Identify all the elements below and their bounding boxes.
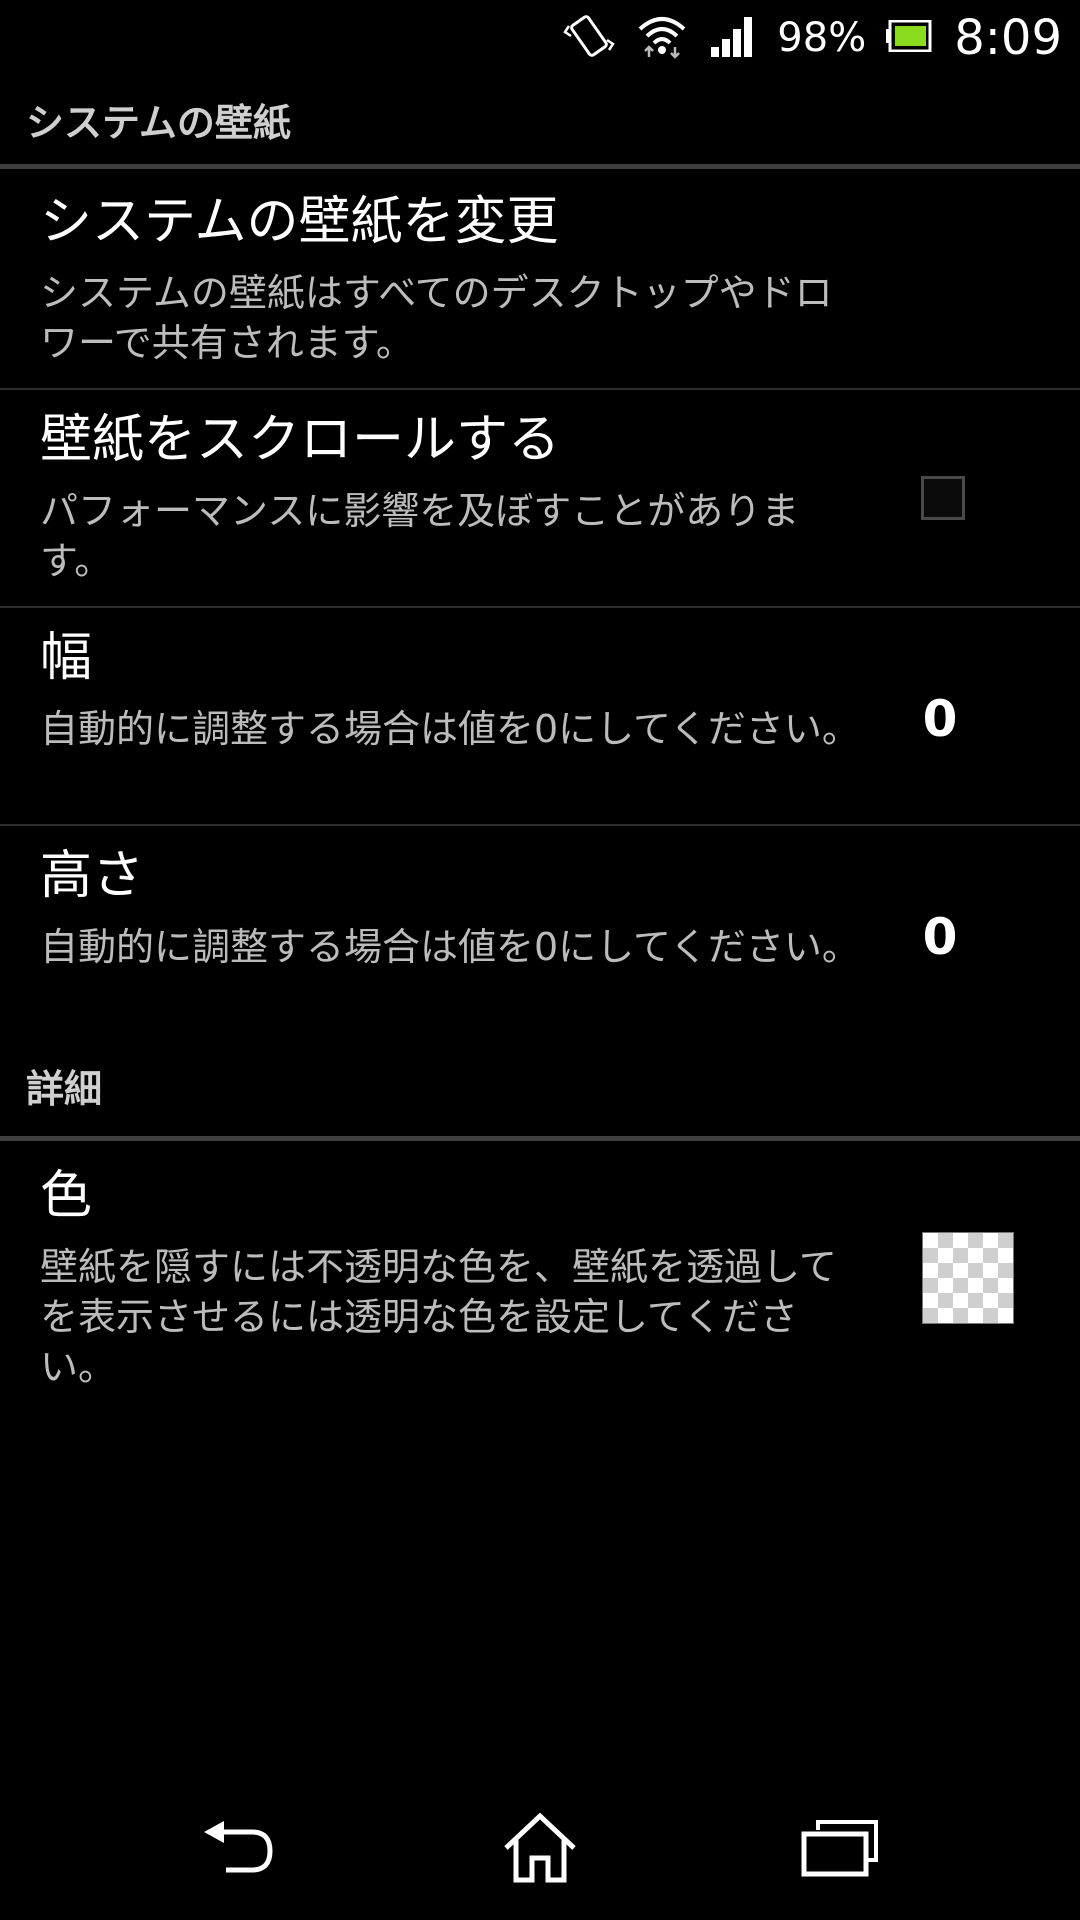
pref-width[interactable]: 幅 自動的に調整する場合は値を0にしてください。 0 xyxy=(0,608,1080,826)
pref-scroll-wallpaper[interactable]: 壁紙をスクロールする パフォーマンスに影響を及ぼすことがあります。 xyxy=(0,390,1080,608)
pref-summary: パフォーマンスに影響を及ぼすことがあります。 xyxy=(40,489,800,583)
pref-height[interactable]: 高さ 自動的に調整する場合は値を0にしてください。 0 xyxy=(0,826,1080,1044)
pref-summary: 自動的に調整する場合は値を0にしてください。 xyxy=(40,707,860,751)
scroll-wallpaper-checkbox[interactable] xyxy=(921,476,965,520)
width-value: 0 xyxy=(922,690,958,748)
pref-summary: 自動的に調整する場合は値を0にしてください。 xyxy=(40,925,860,969)
pref-title: 壁紙をスクロールする xyxy=(40,410,561,470)
pref-summary: 壁紙を隠すには不透明な色を、壁紙を透過してを表示させるには透明な色を設定してくだ… xyxy=(40,1245,837,1389)
recent-apps-icon xyxy=(800,1818,880,1882)
height-value: 0 xyxy=(922,908,958,966)
section-header-system-wallpaper: システムの壁紙 xyxy=(0,96,1080,172)
back-button[interactable] xyxy=(180,1800,300,1900)
navigation-bar xyxy=(0,1780,1080,1920)
section-divider xyxy=(0,1136,1080,1141)
pref-color[interactable]: 色 壁紙を隠すには不透明な色を、壁紙を透過してを表示させるには透明な色を設定して… xyxy=(0,1146,1080,1406)
status-icons: 98% 8:09 xyxy=(563,0,1062,76)
pref-title: 高さ xyxy=(40,846,145,906)
pref-change-wallpaper[interactable]: システムの壁紙を変更 システムの壁紙はすべてのデスクトップやドロワーで共有されま… xyxy=(0,172,1080,390)
status-bar: 98% 8:09 xyxy=(0,0,1080,76)
signal-icon xyxy=(709,15,755,61)
back-icon xyxy=(200,1818,280,1882)
pref-title: システムの壁紙を変更 xyxy=(40,192,559,252)
section-header-label: システムの壁紙 xyxy=(26,101,291,145)
vibrate-icon xyxy=(563,12,616,64)
section-header-label: 詳細 xyxy=(26,1067,103,1111)
home-button[interactable] xyxy=(480,1800,600,1900)
wifi-icon xyxy=(637,13,687,63)
pref-title: 色 xyxy=(40,1166,93,1226)
battery-percent: 98% xyxy=(777,15,867,61)
color-swatch[interactable] xyxy=(922,1232,1014,1324)
clock: 8:09 xyxy=(954,10,1062,66)
screen: 98% 8:09 システムの壁紙 システムの壁紙を変更 システムの壁紙はすべての… xyxy=(0,0,1080,1920)
home-icon xyxy=(500,1812,580,1888)
section-divider xyxy=(0,164,1080,169)
battery-icon xyxy=(886,19,932,56)
recent-apps-button[interactable] xyxy=(780,1800,900,1900)
pref-summary: システムの壁紙はすべてのデスクトップやドロワーで共有されます。 xyxy=(40,271,833,365)
pref-title: 幅 xyxy=(40,628,93,688)
section-header-details: 詳細 xyxy=(0,1070,1080,1146)
